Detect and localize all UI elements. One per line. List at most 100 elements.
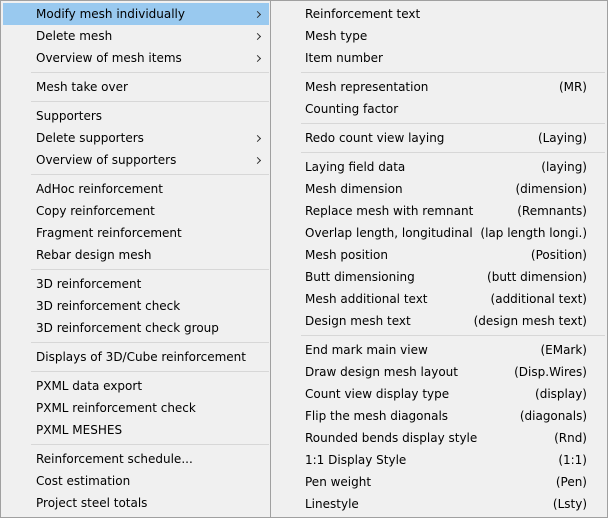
menu-item-reinforcement-schedule[interactable]: Reinforcement schedule... <box>3 448 269 470</box>
menu-item-adhoc-reinforcement[interactable]: AdHoc reinforcement <box>3 178 269 200</box>
menu-separator <box>301 152 605 153</box>
menu-item-pxml-reinforcement-check[interactable]: PXML reinforcement check <box>3 397 269 419</box>
menu-item-overview-of-supporters[interactable]: Overview of supporters <box>3 149 269 171</box>
submenu-item-end-mark-main-view[interactable]: End mark main view (EMark) <box>273 339 605 361</box>
menu-item-shortcut: (display) <box>535 387 587 401</box>
menu-item-label: Rounded bends display style <box>305 431 478 445</box>
menu-item-label: Cost estimation <box>36 474 131 488</box>
submenu-item-linestyle[interactable]: Linestyle (Lsty) <box>273 493 605 515</box>
menu-item-mesh-take-over[interactable]: Mesh take over <box>3 76 269 98</box>
menu-item-3d-reinforcement[interactable]: 3D reinforcement <box>3 273 269 295</box>
submenu-item-flip-the-mesh-diagonals[interactable]: Flip the mesh diagonals (diagonals) <box>273 405 605 427</box>
menu-item-label: 3D reinforcement check group <box>36 321 219 335</box>
submenu-item-butt-dimensioning[interactable]: Butt dimensioning (butt dimension) <box>273 266 605 288</box>
menu-item-displays-of-3d-cube-reinforcement[interactable]: Displays of 3D/Cube reinforcement <box>3 346 269 368</box>
menu-item-label: 3D reinforcement <box>36 277 142 291</box>
menu-item-supporters[interactable]: Supporters <box>3 105 269 127</box>
menu-item-shortcut: (MR) <box>558 80 587 94</box>
menu-item-label: Displays of 3D/Cube reinforcement <box>36 350 246 364</box>
menu-item-label: Fragment reinforcement <box>36 226 182 240</box>
menu-item-pxml-meshes[interactable]: PXML MESHES <box>3 419 269 441</box>
menu-separator <box>31 444 269 445</box>
menu-item-label: Modify mesh individually <box>36 7 185 21</box>
submenu-item-rounded-bends-display-style[interactable]: Rounded bends display style (Rnd) <box>273 427 605 449</box>
menu-item-shortcut: (EMark) <box>540 343 587 357</box>
menu-item-delete-mesh[interactable]: Delete mesh <box>3 25 269 47</box>
menu-item-label: Delete mesh <box>36 29 113 43</box>
menu-item-label: PXML reinforcement check <box>36 401 196 415</box>
menu-item-label: Reinforcement schedule... <box>36 452 193 466</box>
menu-separator <box>31 342 269 343</box>
menu-item-shortcut: (1:1) <box>558 453 587 467</box>
menu-item-label: Item number <box>305 51 383 65</box>
submenu-item-reinforcement-text[interactable]: Reinforcement text <box>273 3 605 25</box>
submenu-item-mesh-representation[interactable]: Mesh representation (MR) <box>273 76 605 98</box>
menu-item-label: Design mesh text <box>305 314 411 328</box>
menu-item-shortcut: (dimension) <box>515 182 587 196</box>
submenu-item-counting-factor[interactable]: Counting factor <box>273 98 605 120</box>
menu-separator <box>31 371 269 372</box>
menu-item-copy-reinforcement[interactable]: Copy reinforcement <box>3 200 269 222</box>
submenu-item-item-number[interactable]: Item number <box>273 47 605 69</box>
submenu-item-mesh-type[interactable]: Mesh type <box>273 25 605 47</box>
menu-item-label: AdHoc reinforcement <box>36 182 163 196</box>
menu-item-label: End mark main view <box>305 343 428 357</box>
menu-item-project-steel-totals[interactable]: Project steel totals <box>3 492 269 514</box>
menu-item-label: Count view display type <box>305 387 450 401</box>
menu-item-shortcut: (Lsty) <box>552 497 587 511</box>
menu-item-delete-supporters[interactable]: Delete supporters <box>3 127 269 149</box>
menu-item-shortcut: (Remnants) <box>517 204 587 218</box>
menu-item-shortcut: (additional text) <box>490 292 587 306</box>
menu-item-cost-estimation[interactable]: Cost estimation <box>3 470 269 492</box>
submenu-item-mesh-dimension[interactable]: Mesh dimension (dimension) <box>273 178 605 200</box>
menu-item-shortcut: (Disp.Wires) <box>514 365 587 379</box>
menu-item-fragment-reinforcement[interactable]: Fragment reinforcement <box>3 222 269 244</box>
menu-item-label: Delete supporters <box>36 131 144 145</box>
menu-item-shortcut: (diagonals) <box>519 409 587 423</box>
menu-item-label: Redo count view laying <box>305 131 445 145</box>
menu-item-shortcut: (Position) <box>530 248 587 262</box>
submenu-item-replace-mesh-with-remnant[interactable]: Replace mesh with remnant (Remnants) <box>273 200 605 222</box>
menu-item-label: Reinforcement text <box>305 7 421 21</box>
menu-item-label: Rebar design mesh <box>36 248 152 262</box>
menu-item-3d-reinforcement-check[interactable]: 3D reinforcement check <box>3 295 269 317</box>
menu-item-label: 1:1 Display Style <box>305 453 407 467</box>
chevron-right-icon <box>254 127 264 149</box>
menu-item-label: Mesh additional text <box>305 292 428 306</box>
submenu-item-1-1-display-style[interactable]: 1:1 Display Style (1:1) <box>273 449 605 471</box>
menu-item-modify-mesh-individually[interactable]: Modify mesh individually <box>3 3 269 25</box>
submenu-item-redo-count-view-laying[interactable]: Redo count view laying (Laying) <box>273 127 605 149</box>
chevron-right-icon <box>254 47 264 69</box>
menu-separator <box>31 72 269 73</box>
menu-item-label: Mesh dimension <box>305 182 403 196</box>
menu-item-overview-of-mesh-items[interactable]: Overview of mesh items <box>3 47 269 69</box>
menu-item-label: Copy reinforcement <box>36 204 155 218</box>
menu-item-rebar-design-mesh[interactable]: Rebar design mesh <box>3 244 269 266</box>
chevron-right-icon <box>254 3 264 25</box>
submenu-item-pen-weight[interactable]: Pen weight (Pen) <box>273 471 605 493</box>
menu-item-3d-reinforcement-check-group[interactable]: 3D reinforcement check group <box>3 317 269 339</box>
menu-item-label: Mesh type <box>305 29 368 43</box>
submenu-item-design-mesh-text[interactable]: Design mesh text (design mesh text) <box>273 310 605 332</box>
menu-item-label: Linestyle <box>305 497 359 511</box>
submenu-modify-mesh-individually: Reinforcement text Mesh type Item number Me… <box>270 0 608 518</box>
submenu-item-mesh-additional-text[interactable]: Mesh additional text (additional text) <box>273 288 605 310</box>
menu-separator <box>31 174 269 175</box>
menu-item-shortcut: (Pen) <box>555 475 587 489</box>
submenu-item-overlap-length-longitudinal[interactable]: Overlap length, longitudinal (lap length … <box>273 222 605 244</box>
submenu-item-draw-design-mesh-layout[interactable]: Draw design mesh layout (Disp.Wires) <box>273 361 605 383</box>
menu-item-pxml-data-export[interactable]: PXML data export <box>3 375 269 397</box>
menu-item-label: Mesh position <box>305 248 388 262</box>
menu-item-label: Mesh take over <box>36 80 128 94</box>
chevron-right-icon <box>254 149 264 171</box>
menu-item-label: Laying field data <box>305 160 406 174</box>
submenu-item-laying-field-data[interactable]: Laying field data (laying) <box>273 156 605 178</box>
menu-item-label: Supporters <box>36 109 103 123</box>
menu-item-label: Butt dimensioning <box>305 270 415 284</box>
submenu-item-count-view-display-type[interactable]: Count view display type (display) <box>273 383 605 405</box>
menu-item-label: PXML MESHES <box>36 423 123 437</box>
menu-separator <box>31 269 269 270</box>
submenu-item-mesh-position[interactable]: Mesh position (Position) <box>273 244 605 266</box>
menu-item-label: 3D reinforcement check <box>36 299 181 313</box>
menu-item-shortcut: (design mesh text) <box>473 314 587 328</box>
